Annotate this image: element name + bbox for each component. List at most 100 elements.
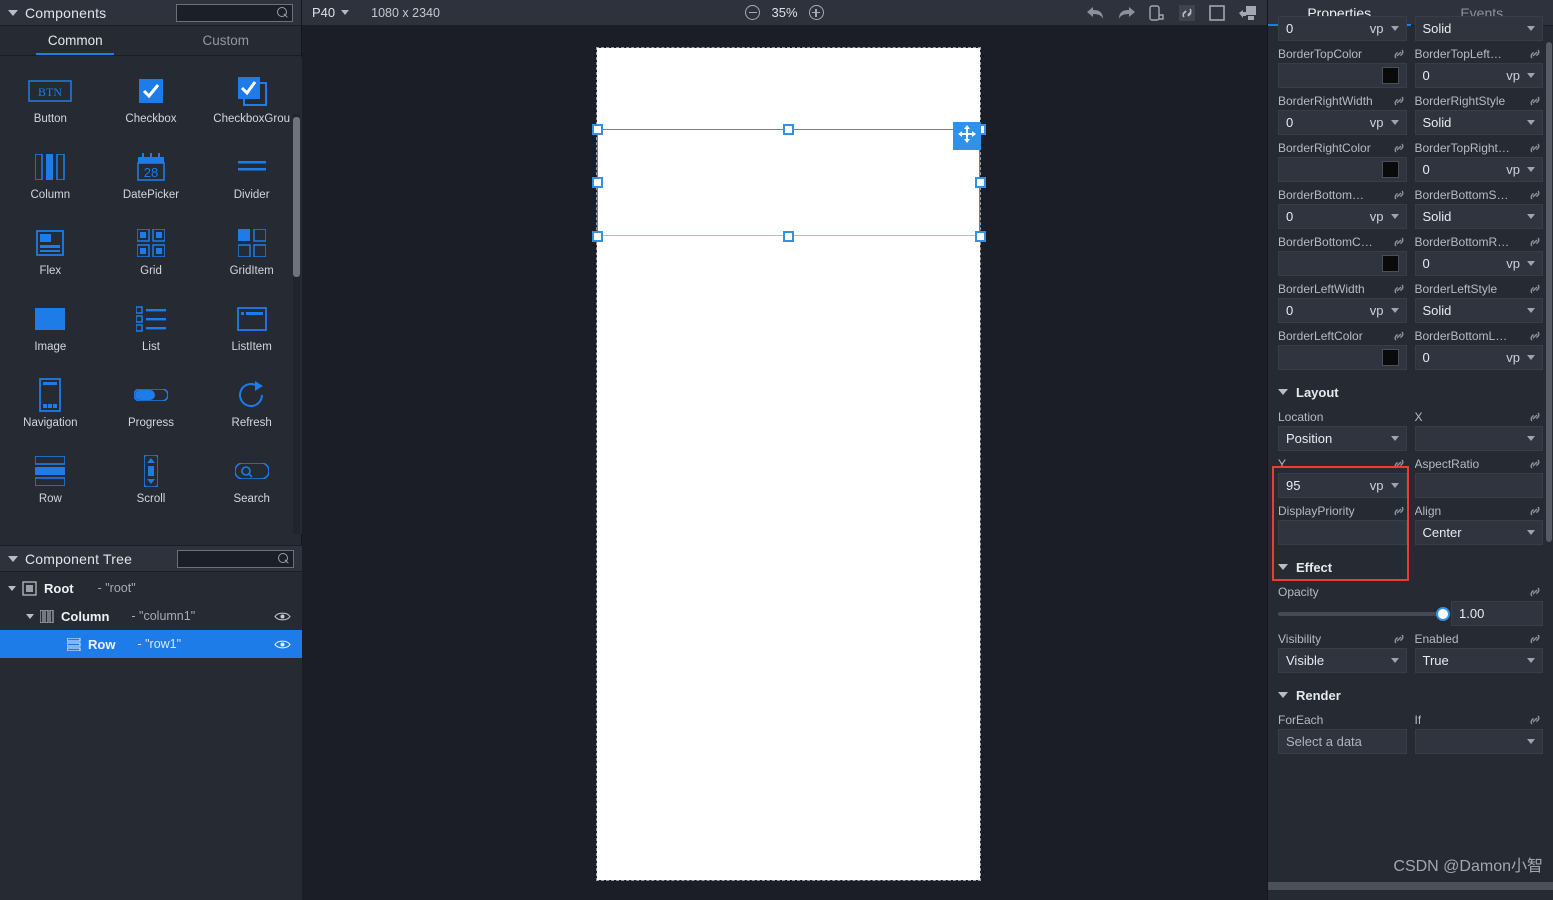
link-binding-icon[interactable] [1391, 95, 1407, 107]
properties-scrollbar-thumb[interactable] [1546, 42, 1552, 542]
opacity-value-input[interactable]: 1.00 [1451, 601, 1543, 626]
resize-handle-bottom-center[interactable] [783, 230, 794, 242]
location-dropdown[interactable]: Position [1278, 426, 1407, 451]
device-preview-icon[interactable] [1148, 4, 1166, 22]
foreach-input[interactable]: Select a data [1278, 729, 1407, 754]
component-item-flex[interactable]: Flex [0, 223, 101, 299]
visibility-dropdown[interactable]: Visible [1278, 648, 1407, 673]
visibility-eye-icon[interactable] [274, 639, 291, 650]
borderleftwidth-input[interactable]: 0 vp [1278, 298, 1407, 323]
align-dropdown[interactable]: Center [1414, 520, 1543, 545]
component-item-navigation[interactable]: Navigation [0, 375, 101, 451]
borderleftcolor-color-input[interactable] [1278, 345, 1407, 370]
component-item-search[interactable]: Search [201, 451, 302, 527]
opacity-slider[interactable] [1278, 606, 1450, 621]
link-binding-icon[interactable] [1527, 633, 1543, 645]
link-binding-icon[interactable] [1391, 633, 1407, 645]
resize-handle-middle-left[interactable] [591, 177, 603, 188]
link-binding-icon[interactable] [1527, 458, 1543, 470]
link-binding-icon[interactable] [1527, 236, 1543, 248]
borderbottomleftradius-input[interactable]: 0 vp [1414, 345, 1543, 370]
borderrightwidth-input[interactable]: 0 vp [1278, 110, 1407, 135]
link-binding-icon[interactable] [1527, 95, 1543, 107]
design-canvas[interactable] [302, 26, 1267, 900]
component-item-checkbox[interactable]: Checkbox [101, 71, 202, 147]
resize-handle-top-center[interactable] [783, 123, 794, 135]
link-binding-icon[interactable] [1391, 458, 1407, 470]
chevron-down-icon[interactable] [26, 613, 34, 619]
link-binding-icon[interactable] [1527, 283, 1543, 295]
x-dropdown[interactable] [1414, 426, 1543, 451]
link-binding-icon[interactable] [1527, 330, 1543, 342]
link-binding-icon[interactable] [1527, 189, 1543, 201]
borderbottomwidth-input[interactable]: 0 vp [1278, 204, 1407, 229]
resize-handle-middle-right[interactable] [974, 177, 986, 188]
bordertoprightradius-input[interactable]: 0 vp [1414, 157, 1543, 182]
link-binding-icon[interactable] [1527, 586, 1543, 598]
chevron-down-icon[interactable] [8, 555, 18, 562]
borderbottomstyle-dropdown[interactable]: Solid [1414, 204, 1543, 229]
zoom-out-button[interactable] [745, 5, 761, 20]
section-render-header[interactable]: Render [1268, 680, 1553, 710]
redo-icon[interactable] [1117, 5, 1136, 20]
zoom-in-button[interactable] [808, 5, 824, 20]
component-item-progress[interactable]: Progress [101, 375, 202, 451]
move-handle[interactable] [953, 122, 981, 150]
component-item-grid[interactable]: Grid [101, 223, 202, 299]
color-swatch[interactable] [1381, 67, 1399, 84]
borderbottomrightradius-input[interactable]: 0 vp [1414, 251, 1543, 276]
component-item-griditem[interactable]: GridItem [201, 223, 302, 299]
component-item-listitem[interactable]: ListItem [201, 299, 302, 375]
resize-handle-bottom-left[interactable] [591, 230, 603, 242]
tree-node-row[interactable]: Row - "row1" [0, 630, 302, 658]
selection-box[interactable] [597, 129, 980, 236]
component-item-scroll[interactable]: Scroll [101, 451, 202, 527]
link-binding-icon[interactable] [1391, 330, 1407, 342]
bordertopleftradius-input[interactable]: 0 vp [1414, 63, 1543, 88]
component-item-refresh[interactable]: Refresh [201, 375, 302, 451]
link-components-icon[interactable] [1178, 4, 1196, 22]
bordertopcolor-color-input[interactable] [1278, 63, 1407, 88]
frame-icon[interactable] [1208, 4, 1226, 22]
tree-node-root[interactable]: Root - "root" [0, 574, 302, 602]
borderleftstyle-dropdown[interactable]: Solid [1414, 298, 1543, 323]
chevron-down-icon[interactable] [8, 585, 16, 591]
partial-width-input[interactable]: 0 vp [1278, 16, 1407, 41]
borderrightcolor-color-input[interactable] [1278, 157, 1407, 182]
color-swatch[interactable] [1381, 161, 1399, 178]
tree-node-column[interactable]: Column - "column1" [0, 602, 302, 630]
link-binding-icon[interactable] [1391, 283, 1407, 295]
chevron-down-icon[interactable] [8, 9, 18, 16]
if-dropdown[interactable] [1414, 729, 1543, 754]
tab-custom[interactable]: Custom [151, 26, 302, 55]
link-binding-icon[interactable] [1391, 189, 1407, 201]
link-binding-icon[interactable] [1527, 48, 1543, 60]
component-tree-search-input[interactable] [177, 549, 294, 568]
component-item-row[interactable]: Row [0, 451, 101, 527]
undo-icon[interactable] [1086, 5, 1105, 20]
link-binding-icon[interactable] [1527, 142, 1543, 154]
components-search-input[interactable] [176, 3, 293, 22]
section-layout-header[interactable]: Layout [1268, 377, 1553, 407]
component-item-column[interactable]: Column [0, 147, 101, 223]
section-effect-header[interactable]: Effect [1268, 552, 1553, 582]
link-binding-icon[interactable] [1527, 714, 1543, 726]
component-item-divider[interactable]: Divider [201, 147, 302, 223]
properties-bottom-scrollbar[interactable] [1268, 882, 1553, 890]
opacity-slider-knob[interactable] [1436, 606, 1450, 621]
aspectratio-input[interactable] [1414, 473, 1543, 498]
component-item-button[interactable]: BTN Button [0, 71, 101, 147]
components-scrollbar-thumb[interactable] [293, 117, 300, 277]
resize-handle-top-left[interactable] [591, 123, 603, 135]
color-swatch[interactable] [1381, 255, 1399, 272]
borderbottomcolor-color-input[interactable] [1278, 251, 1407, 276]
component-item-image[interactable]: Image [0, 299, 101, 375]
enabled-dropdown[interactable]: True [1414, 648, 1543, 673]
link-binding-icon[interactable] [1391, 142, 1407, 154]
resize-handle-bottom-right[interactable] [974, 230, 986, 242]
borderrightstyle-dropdown[interactable]: Solid [1414, 110, 1543, 135]
component-item-checkboxgroup[interactable]: CheckboxGrou [201, 71, 302, 147]
y-input[interactable]: 95 vp [1278, 473, 1407, 498]
color-swatch[interactable] [1381, 349, 1399, 366]
displaypriority-input[interactable] [1278, 520, 1407, 545]
